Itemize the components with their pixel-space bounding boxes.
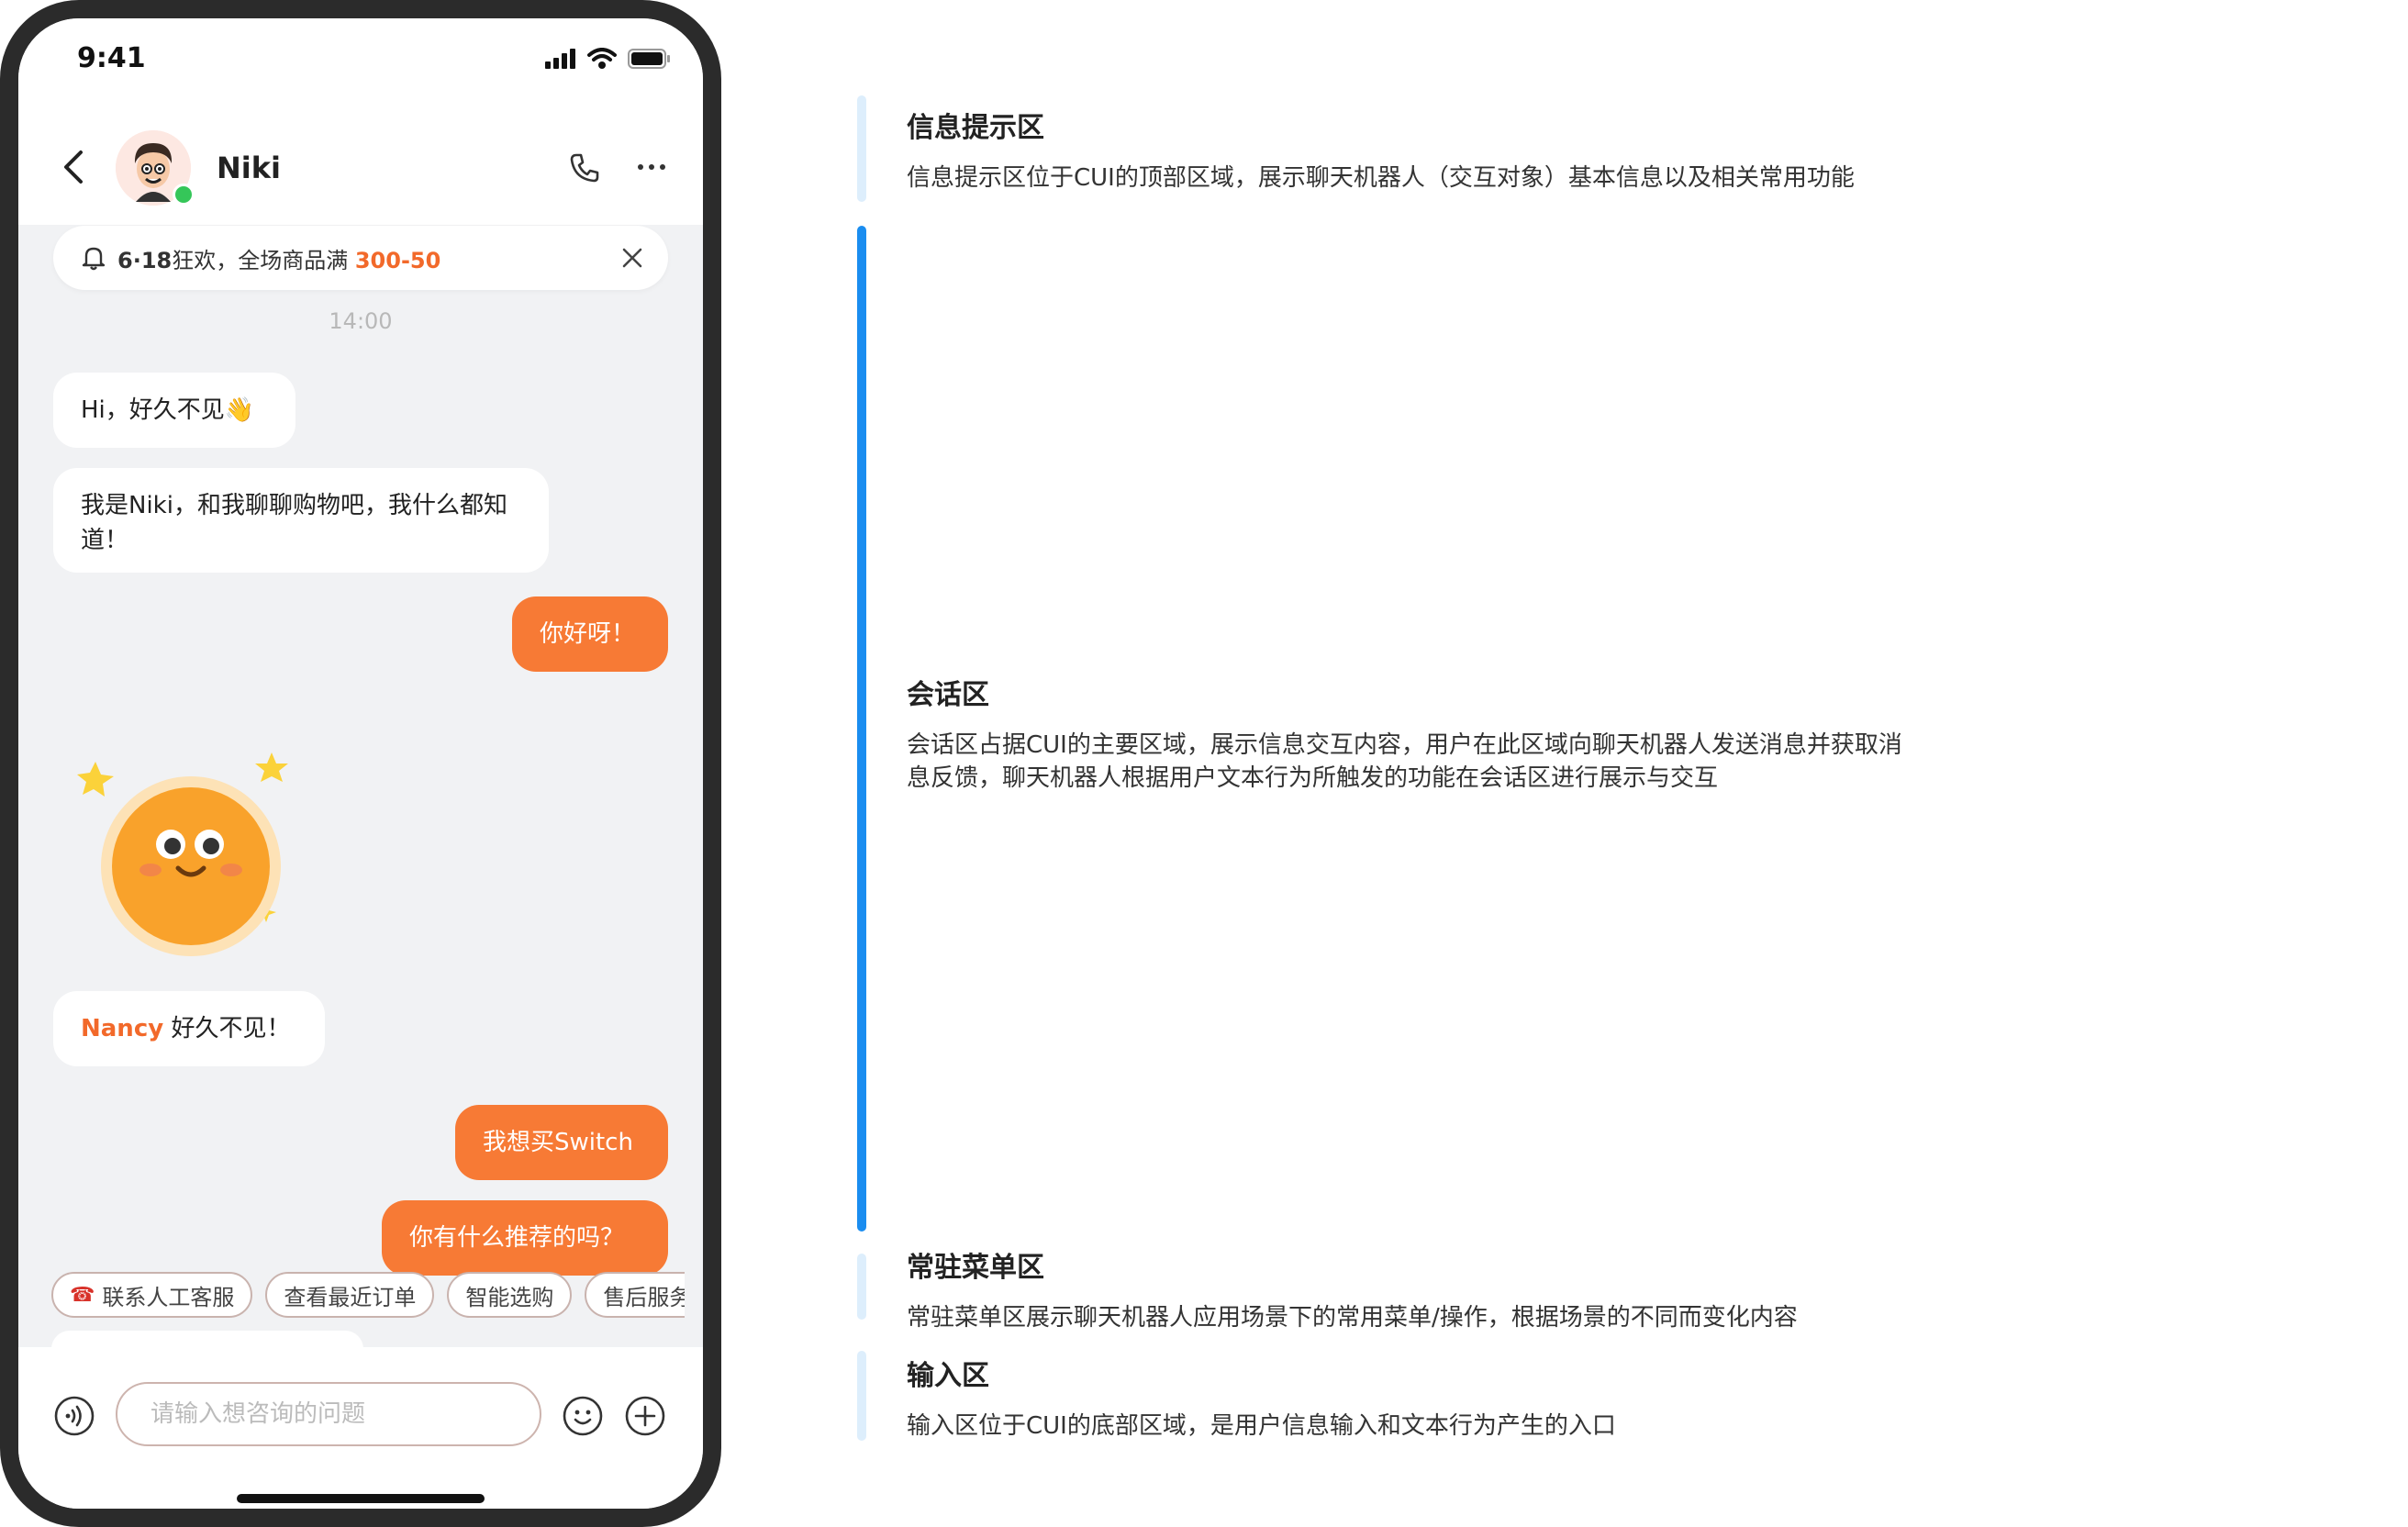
chat-header: Niki (18, 110, 703, 225)
message-bubble: 你有什么推荐的吗？ (382, 1200, 668, 1276)
phone-frame: 9:41 Niki 6·18狂欢，全场商品满 300-50 14:00 Hi，好… (0, 0, 721, 1527)
quick-menu-chip-smart-shopping[interactable]: 智能选购 (447, 1272, 573, 1318)
annotation-desc-info: 信息提示区位于CUI的顶部区域，展示聊天机器人（交互对象）基本信息以及相关常用功… (907, 164, 1855, 192)
chip-label: 联系人工客服 (102, 1284, 235, 1310)
phone-call-icon[interactable] (569, 152, 600, 184)
annotation-desc-input: 输入区位于CUI的底部区域，是用户信息输入和文本行为产生的入口 (907, 1412, 1616, 1440)
region-bar-info (857, 95, 866, 202)
status-icons (545, 48, 670, 70)
emoji-icon[interactable] (562, 1395, 604, 1437)
region-bar-input (857, 1351, 866, 1441)
status-time: 9:41 (77, 42, 146, 74)
notice-text: 6·18狂欢，全场商品满 300-50 (117, 242, 440, 274)
annotation-title-menu: 常驻菜单区 (907, 1252, 1044, 1284)
promo-notice-bar[interactable]: 6·18狂欢，全场商品满 300-50 (53, 226, 668, 290)
annotation-desc-menu: 常驻菜单区展示聊天机器人应用场景下的常用菜单/操作，根据场景的不同而变化内容 (907, 1304, 1798, 1332)
battery-icon (628, 49, 670, 69)
smiley-sticker-icon (77, 752, 288, 956)
annotation-title-info: 信息提示区 (907, 112, 1044, 144)
quick-menu-chip-after-sales[interactable]: 售后服务 (585, 1272, 685, 1318)
chip-label: 售后服务 (603, 1284, 685, 1310)
mention-name: Nancy (81, 1015, 164, 1042)
wifi-icon (587, 48, 617, 69)
message-bubble: 你好呀！ (512, 596, 668, 672)
status-bar: 9:41 (18, 18, 703, 110)
add-icon[interactable] (624, 1395, 666, 1437)
chip-label: 智能选购 (465, 1284, 554, 1310)
notice-body: 狂欢，全场商品满 (172, 247, 355, 273)
more-icon[interactable] (635, 156, 668, 178)
bell-icon (82, 247, 106, 271)
quick-menu-chip-customer-service[interactable]: ☎ 联系人工客服 (51, 1272, 253, 1318)
signal-icon (545, 49, 575, 69)
avatar[interactable] (116, 130, 195, 206)
home-indicator (237, 1494, 485, 1503)
telephone-icon: ☎ (70, 1283, 95, 1307)
message-bubble: 我是Niki，和我聊聊购物吧，我什么都知道！ (53, 468, 549, 573)
message-text: 好久不见！ (163, 1015, 291, 1042)
close-icon[interactable] (620, 246, 644, 270)
chip-label: 查看最近订单 (284, 1284, 417, 1310)
online-status-dot (173, 184, 195, 206)
notice-date: 6·18 (117, 247, 173, 273)
annotation-desc-conversation: 会话区占据CUI的主要区域，展示信息交互内容，用户在此区域向聊天机器人发送消息并… (907, 731, 1902, 792)
chat-timestamp: 14:00 (329, 308, 393, 334)
chat-input[interactable] (116, 1382, 541, 1446)
quick-menu-chip-orders[interactable]: 查看最近订单 (265, 1272, 435, 1318)
message-bubble: Nancy 好久不见！ (53, 991, 325, 1066)
back-arrow-icon[interactable] (59, 149, 90, 185)
quick-menu: ☎ 联系人工客服 查看最近订单 智能选购 售后服务 (51, 1272, 685, 1323)
region-bar-conversation (857, 226, 866, 1232)
region-bar-menu (857, 1254, 866, 1320)
annotation-title-conversation: 会话区 (907, 679, 989, 711)
message-bubble: 我想买Switch (455, 1105, 668, 1180)
message-bubble: Hi，好久不见👋 (53, 373, 295, 448)
contact-name: Niki (217, 150, 281, 185)
voice-icon[interactable] (53, 1395, 95, 1437)
input-bar (18, 1347, 703, 1509)
notice-discount: 300-50 (354, 247, 441, 273)
annotation-title-input: 输入区 (907, 1360, 989, 1392)
